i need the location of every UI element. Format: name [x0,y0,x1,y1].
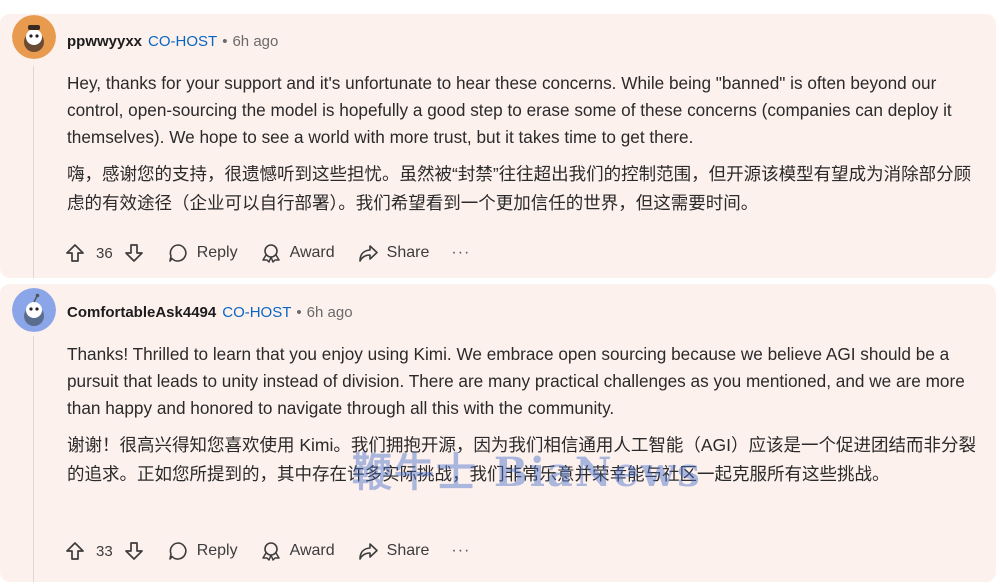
share-button[interactable]: Share [357,540,430,562]
award-button[interactable]: Award [260,540,335,562]
comment-actions: 36 Reply Award Share ··· [64,238,470,268]
comment-text-zh: 嗨，感谢您的支持，很遗憾听到这些担忧。虽然被“封禁”往往超出我们的控制范围，但开… [67,164,972,213]
vote-count: 33 [96,542,113,560]
share-label: Share [386,244,430,261]
avatar[interactable] [12,15,56,59]
timestamp[interactable]: 6h ago [307,304,353,321]
thread-line[interactable] [33,66,34,278]
share-icon [358,543,378,560]
share-button[interactable]: Share [357,242,430,264]
comment-header: ppwwyyxx CO-HOST • 6h ago [67,30,278,52]
reply-label: Reply [196,244,238,261]
upvote-icon[interactable] [64,242,86,264]
award-button[interactable]: Award [260,242,335,264]
reply-label: Reply [196,542,238,559]
comment-bubble-icon [168,542,187,560]
upvote-icon[interactable] [64,540,86,562]
vote-group: 36 [64,242,145,264]
flair-badge: CO-HOST [148,32,218,50]
comment-bubble-icon [168,244,187,262]
award-icon [261,244,280,263]
username[interactable]: ppwwyyxx [67,33,142,50]
more-options-button[interactable]: ··· [451,244,470,262]
flair-badge: CO-HOST [222,303,292,321]
downvote-icon[interactable] [123,540,145,562]
share-label: Share [386,542,430,559]
award-label: Award [289,542,335,559]
avatar[interactable] [12,288,56,332]
reply-button[interactable]: Reply [167,540,238,562]
comment-text-en: Thanks! Thrilled to learn that you enjoy… [67,344,965,419]
more-options-button[interactable]: ··· [451,542,470,560]
comment-text-zh: 谢谢！很高兴得知您喜欢使用 Kimi。我们拥抱开源，因为我们相信通用人工智能（A… [67,435,977,484]
username[interactable]: ComfortableAsk4494 [67,304,216,321]
comment-text-en: Hey, thanks for your support and it's un… [67,73,952,148]
vote-group: 33 [64,540,145,562]
comment-actions: 33 Reply Award Share ··· [64,536,470,566]
timestamp[interactable]: 6h ago [232,33,278,50]
share-icon [358,245,378,262]
thread-line[interactable] [33,336,34,582]
separator-dot: • [296,303,302,321]
reply-button[interactable]: Reply [167,242,238,264]
vote-count: 36 [96,244,113,262]
award-icon [261,542,280,561]
separator-dot: • [222,32,228,50]
downvote-icon[interactable] [123,242,145,264]
award-label: Award [289,244,335,261]
comment-header: ComfortableAsk4494 CO-HOST • 6h ago [67,301,353,323]
